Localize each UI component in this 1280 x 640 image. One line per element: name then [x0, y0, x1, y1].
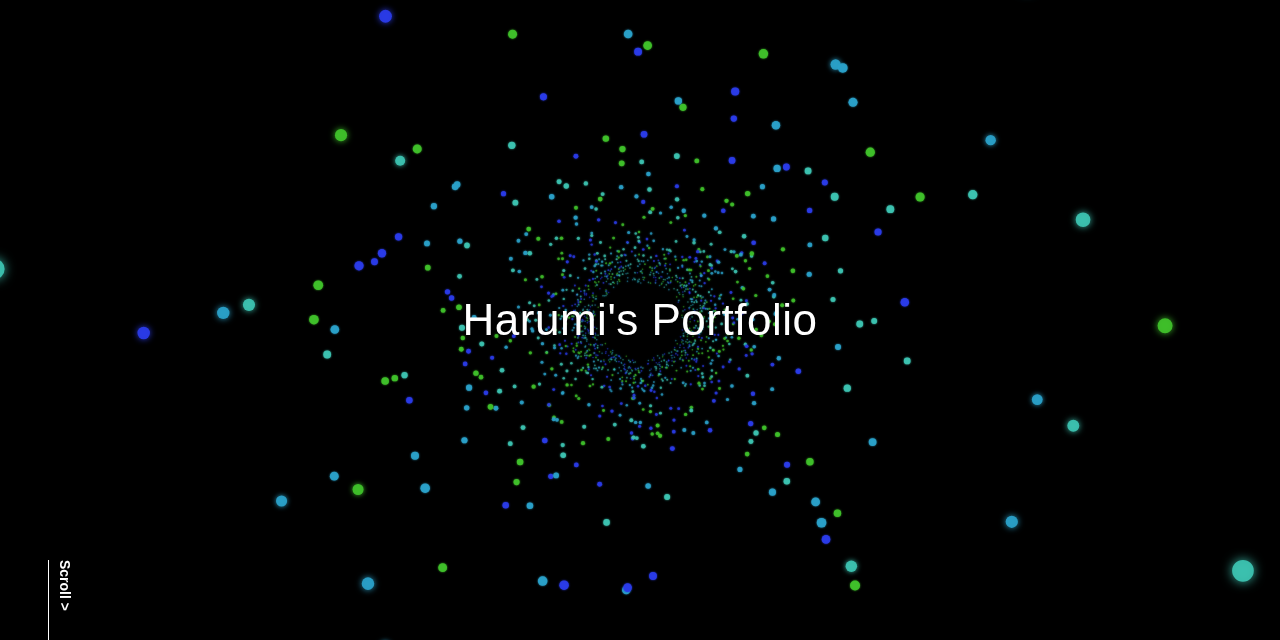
hero-title: Harumi's Portfolio — [455, 291, 826, 349]
scroll-hint[interactable]: Scroll > — [48, 560, 89, 640]
scroll-label[interactable]: Scroll > — [57, 560, 73, 611]
hero: Harumi's Portfolio Scroll > — [0, 0, 1280, 640]
